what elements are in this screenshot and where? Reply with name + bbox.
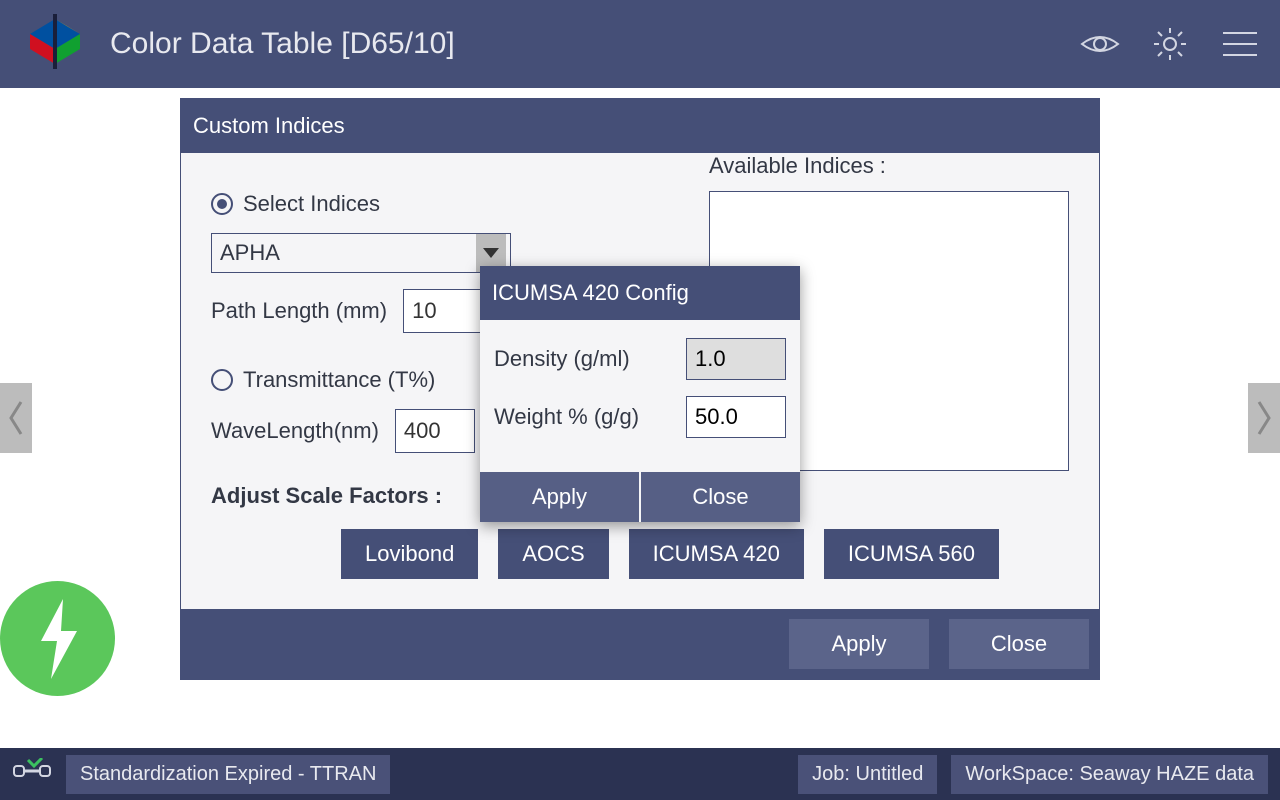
- workspace-status[interactable]: WorkSpace: Seaway HAZE data: [951, 755, 1268, 794]
- weight-label: Weight % (g/g): [494, 404, 639, 430]
- page-title: Color Data Table [D65/10]: [110, 27, 1080, 61]
- wavelength-input[interactable]: [395, 409, 475, 453]
- dialog-apply-button[interactable]: Apply: [789, 619, 929, 669]
- select-indices-radio[interactable]: [211, 193, 233, 215]
- aocs-button[interactable]: AOCS: [498, 529, 608, 579]
- popup-apply-button[interactable]: Apply: [480, 472, 641, 522]
- transmittance-radio[interactable]: [211, 369, 233, 391]
- view-icon[interactable]: [1080, 24, 1120, 64]
- icumsa-420-config-popup: ICUMSA 420 Config Density (g/ml) Weight …: [480, 266, 800, 522]
- connection-icon: [12, 758, 52, 790]
- density-row: Density (g/ml): [494, 338, 786, 380]
- path-length-label: Path Length (mm): [211, 298, 387, 324]
- icumsa-420-button[interactable]: ICUMSA 420: [629, 529, 804, 579]
- density-input[interactable]: [686, 338, 786, 380]
- job-status[interactable]: Job: Untitled: [798, 755, 937, 794]
- density-label: Density (g/ml): [494, 346, 630, 372]
- header-actions: [1080, 24, 1260, 64]
- app-header: Color Data Table [D65/10]: [0, 0, 1280, 88]
- scale-factor-buttons: Lovibond AOCS ICUMSA 420 ICUMSA 560: [341, 529, 1069, 579]
- standardization-status[interactable]: Standardization Expired - TTRAN: [66, 755, 390, 794]
- nav-prev[interactable]: [0, 383, 32, 453]
- popup-close-button[interactable]: Close: [641, 472, 800, 522]
- weight-row: Weight % (g/g): [494, 396, 786, 438]
- app-logo: [20, 14, 90, 74]
- popup-footer: Apply Close: [480, 472, 800, 522]
- status-bar: Standardization Expired - TTRAN Job: Unt…: [0, 748, 1280, 800]
- gear-icon[interactable]: [1150, 24, 1190, 64]
- dialog-close-button[interactable]: Close: [949, 619, 1089, 669]
- ready-indicator[interactable]: [0, 581, 115, 696]
- weight-input[interactable]: [686, 396, 786, 438]
- wavelength-label: WaveLength(nm): [211, 418, 379, 444]
- dialog-title: Custom Indices: [181, 99, 1099, 153]
- dialog-footer: Apply Close: [181, 609, 1099, 679]
- select-indices-label: Select Indices: [243, 191, 380, 217]
- path-length-input[interactable]: [403, 289, 483, 333]
- menu-icon[interactable]: [1220, 24, 1260, 64]
- indices-dropdown[interactable]: APHA: [211, 233, 511, 273]
- popup-title: ICUMSA 420 Config: [480, 266, 800, 320]
- indices-dropdown-value: APHA: [220, 240, 280, 266]
- transmittance-label: Transmittance (T%): [243, 367, 435, 393]
- nav-next[interactable]: [1248, 383, 1280, 453]
- lovibond-button[interactable]: Lovibond: [341, 529, 478, 579]
- icumsa-560-button[interactable]: ICUMSA 560: [824, 529, 999, 579]
- available-indices-label: Available Indices :: [709, 153, 1069, 179]
